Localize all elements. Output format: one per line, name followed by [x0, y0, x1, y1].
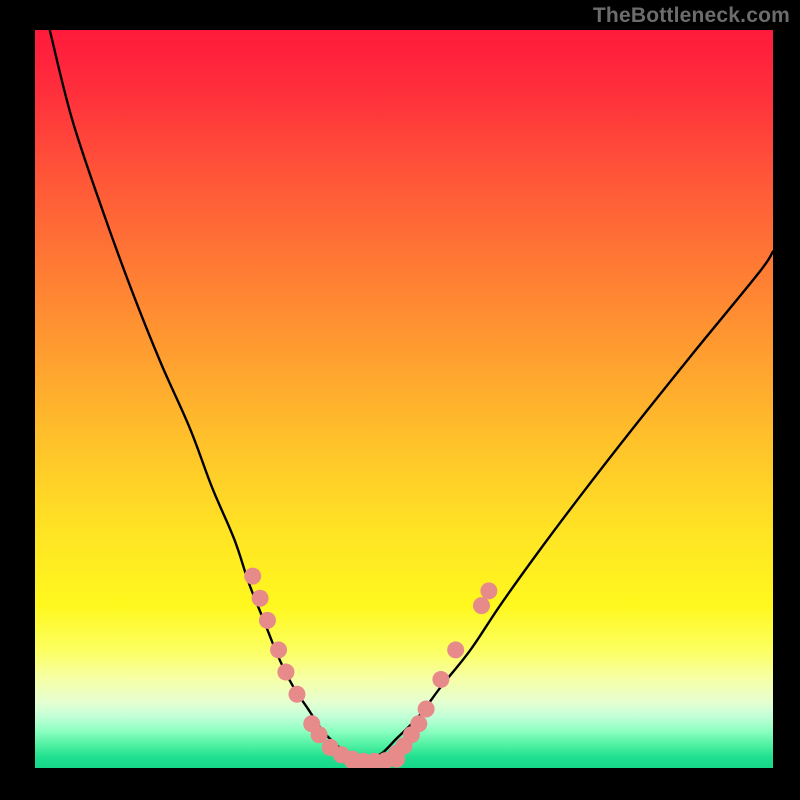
watermark-text: TheBottleneck.com	[593, 4, 790, 28]
data-dot	[288, 686, 305, 703]
dot-group	[244, 568, 497, 768]
data-dot	[432, 671, 449, 688]
chart-stage: TheBottleneck.com	[0, 0, 800, 800]
data-dot	[410, 715, 427, 732]
data-dot	[244, 568, 261, 585]
curve-left-curve	[50, 30, 353, 761]
data-dot	[259, 612, 276, 629]
data-dot	[418, 700, 435, 717]
curve-group	[50, 30, 773, 761]
data-dot	[447, 641, 464, 658]
curve-layer	[35, 30, 773, 768]
plot-area	[35, 30, 773, 768]
data-dot	[270, 641, 287, 658]
data-dot	[473, 597, 490, 614]
data-dot	[277, 664, 294, 681]
data-dot	[252, 590, 269, 607]
data-dot	[480, 582, 497, 599]
curve-right-curve	[367, 251, 773, 760]
